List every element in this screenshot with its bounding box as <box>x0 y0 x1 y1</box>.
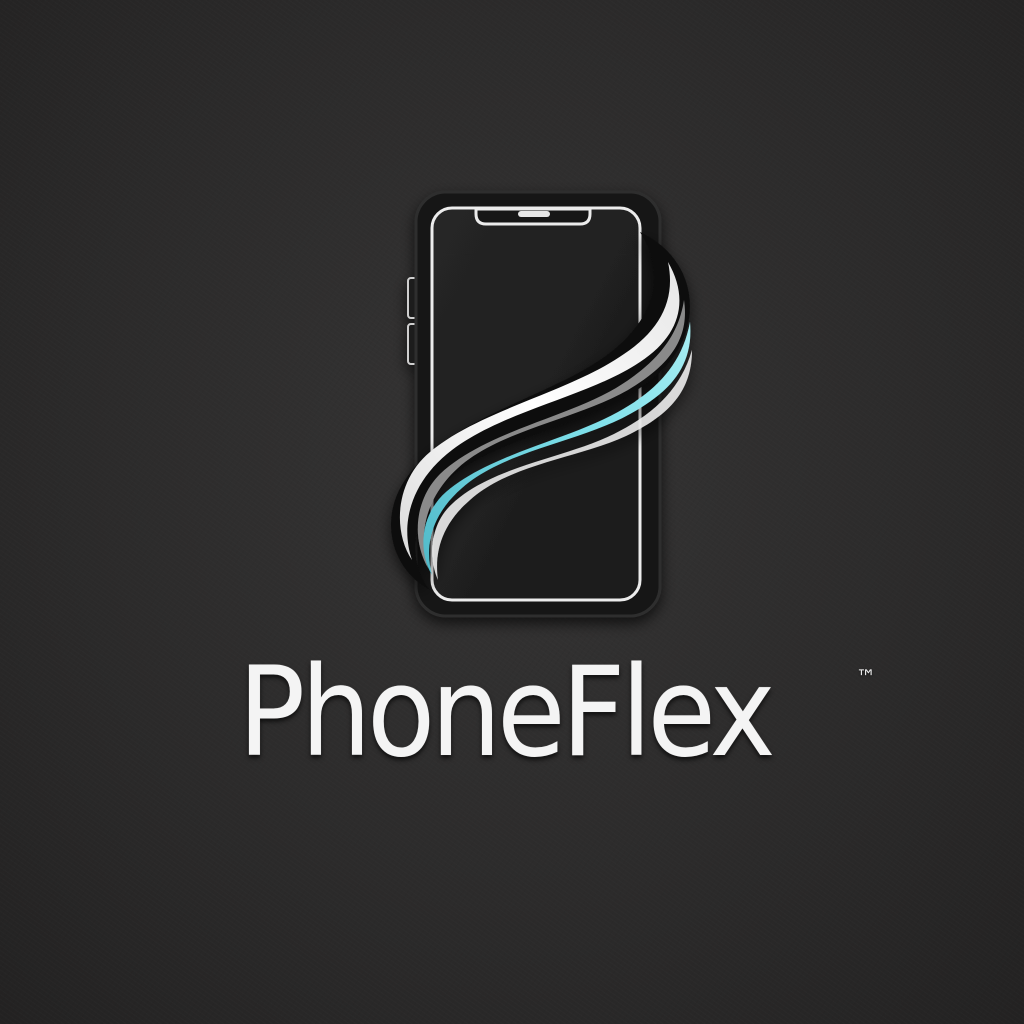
brand-wordmark: PhoneFlex <box>238 641 776 785</box>
phoneflex-logo-mark <box>390 190 692 618</box>
trademark-symbol: ™ <box>856 665 876 689</box>
phone-speaker <box>518 211 550 217</box>
